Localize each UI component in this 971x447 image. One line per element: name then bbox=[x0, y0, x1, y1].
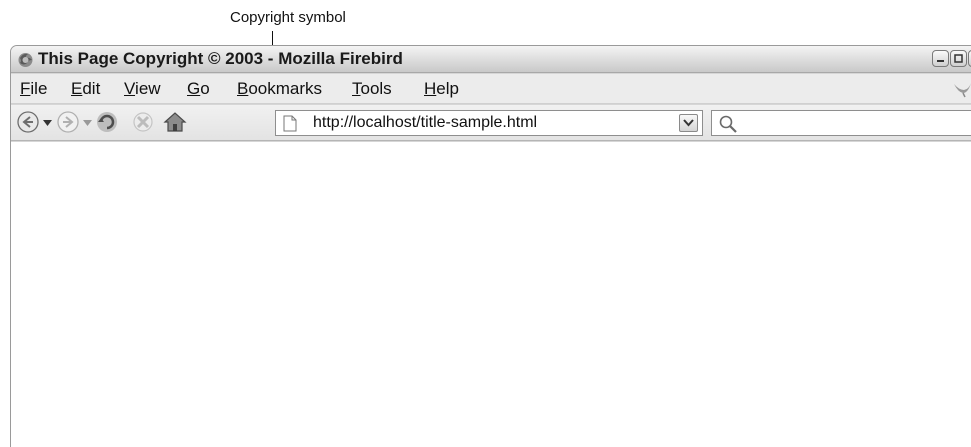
menu-edit-accel: E bbox=[71, 79, 83, 98]
maximize-icon bbox=[954, 54, 963, 63]
back-dropdown-icon[interactable] bbox=[43, 120, 52, 126]
firebird-throbber-icon bbox=[954, 83, 971, 98]
menu-go[interactable]: Go bbox=[187, 79, 210, 99]
firebird-logo-icon bbox=[18, 53, 33, 67]
url-history-dropdown[interactable] bbox=[679, 114, 698, 132]
stop-icon[interactable] bbox=[131, 110, 155, 134]
menu-edit-label: dit bbox=[82, 79, 101, 98]
menu-help-accel: H bbox=[424, 79, 437, 98]
menu-bookmarks-label: ookmarks bbox=[248, 79, 323, 98]
title-bar[interactable]: This Page Copyright © 2003 - Mozilla Fir… bbox=[11, 46, 971, 73]
forward-icon[interactable] bbox=[56, 110, 80, 134]
callout-label: Copyright symbol bbox=[230, 9, 346, 26]
page-icon bbox=[283, 115, 297, 132]
window-title: This Page Copyright © 2003 - Mozilla Fir… bbox=[38, 49, 403, 68]
url-input[interactable]: http://localhost/title-sample.html bbox=[313, 114, 537, 132]
menu-file[interactable]: File bbox=[20, 79, 47, 99]
minimize-button[interactable] bbox=[932, 50, 949, 67]
search-icon bbox=[719, 115, 737, 133]
minimize-icon bbox=[937, 60, 944, 62]
menu-edit[interactable]: Edit bbox=[71, 79, 100, 99]
menu-view-accel: V bbox=[124, 79, 136, 98]
url-bar[interactable]: http://localhost/title-sample.html bbox=[275, 110, 703, 136]
back-icon[interactable] bbox=[16, 110, 40, 134]
menu-tools-accel: T bbox=[352, 79, 361, 98]
menu-file-label: ile bbox=[30, 79, 48, 98]
browser-window: This Page Copyright © 2003 - Mozilla Fir… bbox=[10, 45, 971, 447]
menu-tools[interactable]: Tools bbox=[352, 79, 392, 99]
forward-dropdown-icon[interactable] bbox=[83, 120, 92, 126]
chevron-down-icon bbox=[683, 119, 694, 127]
menu-go-accel: G bbox=[187, 79, 201, 98]
page-content-area[interactable] bbox=[11, 142, 971, 447]
menu-bar: File Edit View Go Bookmarks Tools Help bbox=[11, 74, 971, 104]
home-icon[interactable] bbox=[163, 110, 187, 134]
search-box[interactable] bbox=[711, 110, 971, 136]
menu-help[interactable]: Help bbox=[424, 79, 459, 99]
menu-view-label: iew bbox=[135, 79, 161, 98]
reload-icon[interactable] bbox=[95, 110, 119, 134]
menu-bookmarks[interactable]: Bookmarks bbox=[237, 79, 322, 99]
maximize-button[interactable] bbox=[950, 50, 967, 67]
menu-bookmarks-accel: B bbox=[237, 79, 249, 98]
menu-go-label: o bbox=[200, 79, 210, 98]
menu-tools-label: ools bbox=[360, 79, 392, 98]
navigation-toolbar: http://localhost/title-sample.html bbox=[11, 105, 971, 141]
menu-help-label: elp bbox=[436, 79, 459, 98]
menu-file-accel: F bbox=[20, 79, 31, 98]
menu-view[interactable]: View bbox=[124, 79, 161, 99]
